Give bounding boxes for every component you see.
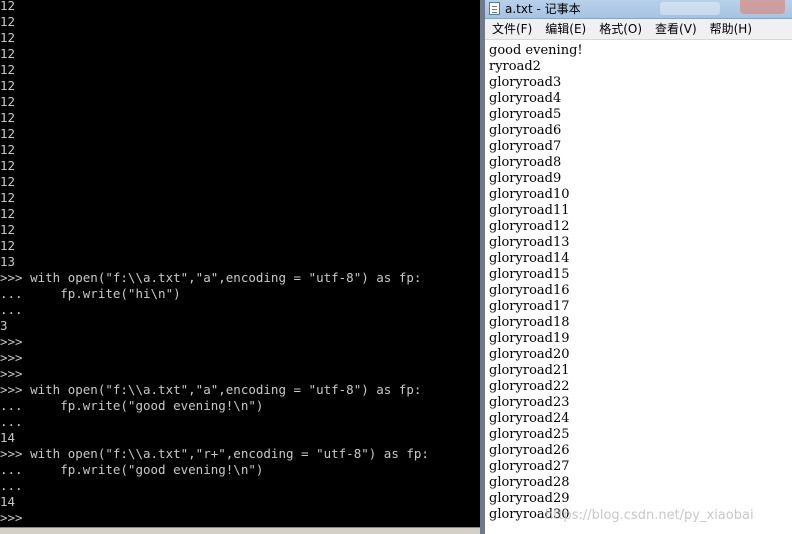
- console-line: 12: [0, 222, 16, 237]
- text-line: gloryroad14: [489, 251, 570, 266]
- console-line: 14: [0, 430, 16, 445]
- console-line: 12: [0, 110, 16, 125]
- notepad-title: a.txt - 记事本: [505, 2, 581, 16]
- console-line: 12: [0, 78, 16, 93]
- text-line: gloryroad4: [489, 91, 562, 106]
- menu-edit[interactable]: 编辑(E): [538, 19, 592, 39]
- text-line: gloryroad7: [489, 139, 562, 154]
- text-line: gloryroad15: [489, 267, 570, 282]
- text-line: gloryroad12: [489, 219, 570, 234]
- text-line: gloryroad5: [489, 107, 562, 122]
- console-line: 12: [0, 30, 16, 45]
- notepad-document-icon: [489, 2, 500, 15]
- text-line: gloryroad20: [489, 347, 570, 362]
- text-line: gloryroad3: [489, 75, 562, 90]
- console-line: 12: [0, 158, 16, 173]
- text-line: gloryroad21: [489, 363, 570, 378]
- console-line: ... fp.write("good evening!\n"): [0, 462, 264, 477]
- text-line: gloryroad10: [489, 187, 570, 202]
- console-line: ...: [0, 302, 23, 317]
- console-line: 12: [0, 46, 16, 61]
- close-icon[interactable]: [740, 0, 785, 14]
- python-console[interactable]: 12 12 12 12 12 12 12 12 12 12 12 12 12 12 12 12 13 >>> wi…: [0, 0, 480, 534]
- console-line: >>>: [0, 510, 23, 525]
- text-line: ryroad2: [489, 59, 541, 74]
- text-line: gloryroad28: [489, 475, 570, 490]
- text-line: gloryroad18: [489, 315, 570, 330]
- console-line: 12: [0, 174, 16, 189]
- text-line: gloryroad13: [489, 235, 570, 250]
- notepad-text-area[interactable]: good evening! ryroad2 gloryroad3 gloryroad4…: [485, 40, 792, 534]
- text-line: gloryroad8: [489, 155, 562, 170]
- console-line: 12: [0, 62, 16, 77]
- text-line: gloryroad22: [489, 379, 570, 394]
- console-line: >>> with open("f:\\a.txt","a",encoding =…: [0, 382, 422, 397]
- menu-help[interactable]: 帮助(H): [703, 19, 758, 39]
- console-line: 12: [0, 94, 16, 109]
- console-line: >>>: [0, 366, 23, 381]
- console-line: 12: [0, 142, 16, 157]
- menu-view[interactable]: 查看(V): [648, 19, 703, 39]
- console-line: 12: [0, 238, 16, 253]
- text-line: gloryroad11: [489, 203, 570, 218]
- text-line: good evening!: [489, 43, 583, 58]
- console-line: ...: [0, 478, 23, 493]
- console-line: >>> with open("f:\\a.txt","a",encoding =…: [0, 270, 422, 285]
- menu-format[interactable]: 格式(O): [592, 19, 648, 39]
- text-line: gloryroad27: [489, 459, 570, 474]
- text-line: gloryroad19: [489, 331, 570, 346]
- text-line: gloryroad23: [489, 395, 570, 410]
- text-line: gloryroad6: [489, 123, 562, 138]
- notepad-menubar: 文件(F) 编辑(E) 格式(O) 查看(V) 帮助(H): [485, 19, 792, 40]
- console-line: 12: [0, 190, 16, 205]
- console-line: 12: [0, 126, 16, 141]
- menu-file[interactable]: 文件(F): [485, 19, 538, 39]
- console-taskbar-edge: [0, 527, 480, 534]
- console-line: 3: [0, 318, 8, 333]
- console-line: ... fp.write("good evening!\n"): [0, 398, 264, 413]
- notepad-titlebar[interactable]: a.txt - 记事本: [485, 0, 792, 19]
- console-line: 13: [0, 254, 16, 269]
- notepad-window[interactable]: a.txt - 记事本 文件(F) 编辑(E) 格式(O) 查看(V) 帮助(H…: [485, 0, 792, 534]
- console-line: 12: [0, 206, 16, 221]
- console-line: 14: [0, 494, 16, 509]
- text-line: gloryroad17: [489, 299, 570, 314]
- console-line: >>>: [0, 350, 23, 365]
- text-line: gloryroad9: [489, 171, 562, 186]
- console-line: >>> with open("f:\\a.txt","r+",encoding …: [0, 446, 429, 461]
- notepad-content: good evening! ryroad2 gloryroad3 gloryroad4…: [489, 43, 583, 523]
- console-line: 12: [0, 14, 16, 29]
- console-line: ... fp.write("hi\n"): [0, 286, 181, 301]
- titlebar-blurred-area: [660, 2, 720, 15]
- text-line: gloryroad26: [489, 443, 570, 458]
- watermark: https://blog.csdn.net/py_xiaobai: [545, 508, 754, 523]
- console-line: ...: [0, 414, 23, 429]
- text-line: gloryroad16: [489, 283, 570, 298]
- console-line: 12: [0, 0, 16, 13]
- text-line: gloryroad24: [489, 411, 570, 426]
- text-line: gloryroad29: [489, 491, 570, 506]
- console-line: >>>: [0, 334, 23, 349]
- console-output: 12 12 12 12 12 12 12 12 12 12 12 12 12 12 12 12 13 >>> wi…: [0, 0, 480, 526]
- text-line: gloryroad25: [489, 427, 570, 442]
